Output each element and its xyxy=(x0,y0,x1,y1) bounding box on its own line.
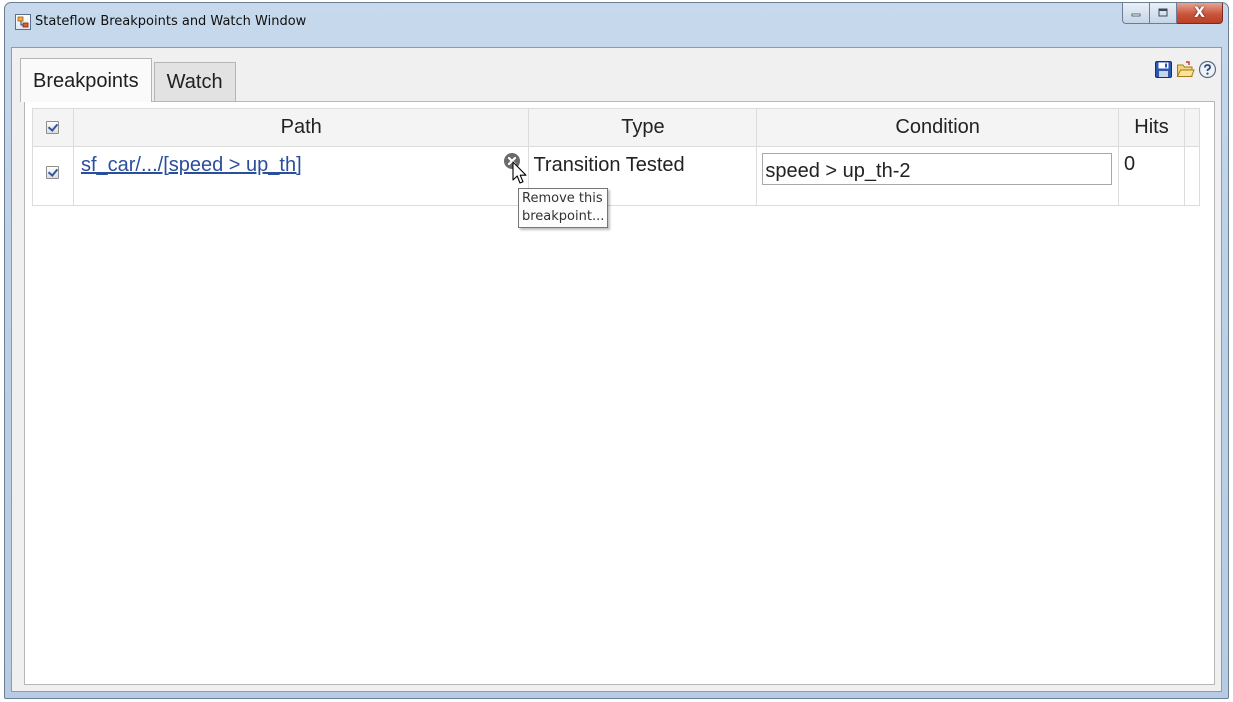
column-header-filler xyxy=(1183,108,1201,147)
title-bar[interactable]: Stateflow Breakpoints and Watch Window X xyxy=(5,3,1228,47)
breakpoint-path-link[interactable]: sf_car/.../[speed > up_th] xyxy=(81,154,302,177)
close-icon: X xyxy=(1194,5,1205,21)
select-all-checkbox[interactable] xyxy=(46,121,60,135)
mouse-pointer-icon xyxy=(512,161,528,191)
breakpoint-type: Transition Tested xyxy=(533,154,685,176)
tab-breakpoints[interactable]: Breakpoints xyxy=(20,58,152,102)
window-controls: X xyxy=(1122,3,1223,25)
condition-cell xyxy=(756,146,1120,206)
breakpoints-panel: Path Type Condition Hits sf_car/.../[spe… xyxy=(24,101,1215,685)
help-icon[interactable] xyxy=(1198,60,1217,79)
table-header-row: Path Type Condition Hits xyxy=(32,108,1201,147)
stateflow-app-icon xyxy=(15,14,31,30)
open-folder-icon[interactable] xyxy=(1176,60,1195,79)
maximize-button[interactable] xyxy=(1150,3,1177,24)
select-all-header[interactable] xyxy=(32,108,74,147)
row-enable-cell xyxy=(32,146,74,206)
window-title: Stateflow Breakpoints and Watch Window xyxy=(35,14,307,29)
remove-breakpoint-tooltip: Remove this breakpoint... xyxy=(518,188,609,228)
maximize-icon xyxy=(1158,8,1168,17)
column-header-path[interactable]: Path xyxy=(72,108,530,147)
column-header-type[interactable]: Type xyxy=(528,108,758,147)
column-header-condition[interactable]: Condition xyxy=(756,108,1120,147)
table-row: sf_car/.../[speed > up_th] Transition Te… xyxy=(32,146,1201,206)
path-cell: sf_car/.../[speed > up_th] xyxy=(72,146,530,206)
minimize-button[interactable] xyxy=(1122,3,1150,24)
column-header-hits[interactable]: Hits xyxy=(1118,108,1185,147)
minimize-icon xyxy=(1131,13,1141,17)
breakpoints-table: Path Type Condition Hits sf_car/.../[spe… xyxy=(32,108,1201,206)
toolbar xyxy=(1154,60,1217,79)
save-icon[interactable] xyxy=(1154,60,1173,79)
hits-cell: 0 xyxy=(1118,146,1185,206)
hits-value: 0 xyxy=(1124,153,1136,175)
window-client: Breakpoints Watch Path Type Condition Hi… xyxy=(11,47,1222,692)
filler-cell xyxy=(1183,146,1201,206)
breakpoints-window: Stateflow Breakpoints and Watch Window X… xyxy=(4,2,1229,699)
tab-bar: Breakpoints Watch xyxy=(20,58,236,102)
close-button[interactable]: X xyxy=(1177,3,1223,24)
row-enable-checkbox[interactable] xyxy=(46,166,60,180)
tab-watch[interactable]: Watch xyxy=(153,62,236,102)
tooltip-line-2: breakpoint... xyxy=(522,209,605,224)
tooltip-line-1: Remove this xyxy=(522,191,603,206)
condition-input[interactable] xyxy=(762,153,1113,185)
